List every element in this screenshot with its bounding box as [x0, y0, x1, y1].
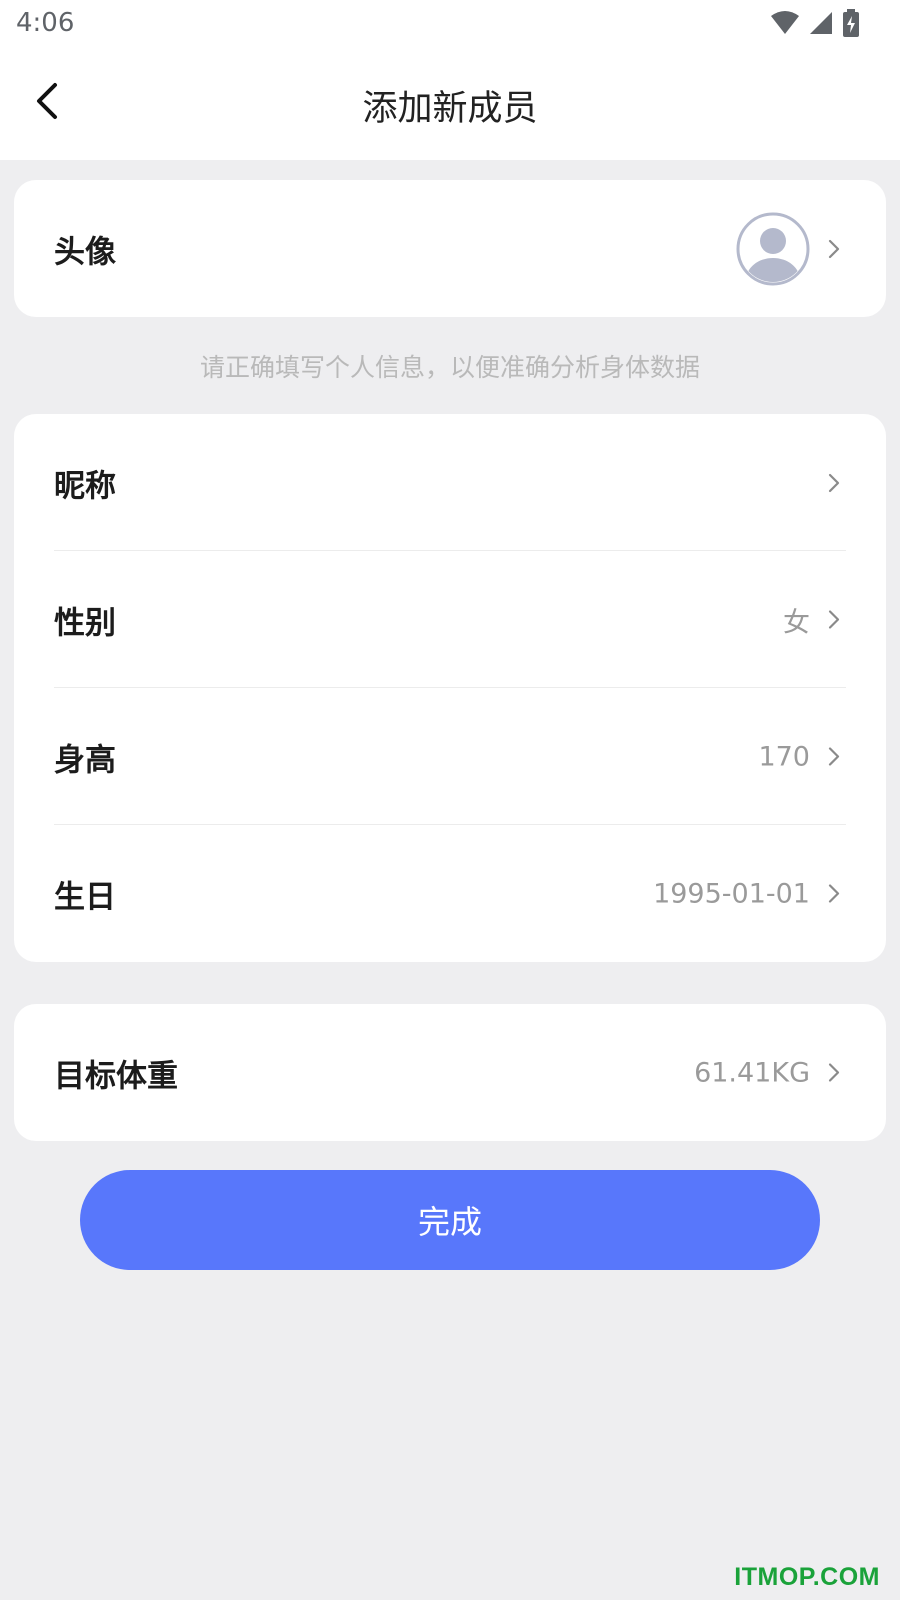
target-weight-card: 目标体重 61.41KG [14, 1004, 886, 1141]
status-time: 4:06 [16, 8, 75, 38]
status-bar: 4:06 [0, 0, 900, 50]
battery-charging-icon [842, 9, 860, 41]
height-value: 170 [758, 741, 810, 772]
nav-bar: 添加新成员 [0, 50, 900, 160]
gender-label: 性别 [54, 605, 116, 641]
height-row-right: 170 [758, 741, 844, 772]
cellular-signal-icon [808, 10, 834, 40]
chevron-right-icon [824, 745, 844, 769]
birthday-label: 生日 [54, 879, 116, 915]
target-weight-value: 61.41KG [694, 1057, 810, 1088]
done-button[interactable]: 完成 [80, 1170, 820, 1270]
birthday-value: 1995-01-01 [653, 878, 810, 909]
default-avatar-icon [736, 212, 810, 286]
gender-value: 女 [783, 607, 810, 638]
avatar-row-right [736, 212, 844, 286]
target-weight-label: 目标体重 [54, 1058, 178, 1094]
height-label: 身高 [54, 742, 116, 778]
birthday-row[interactable]: 生日 1995-01-01 [14, 825, 886, 962]
watermark: ITMOP.COM [734, 1563, 880, 1591]
chevron-right-icon [824, 608, 844, 632]
info-hint: 请正确填写个人信息，以便准确分析身体数据 [199, 353, 700, 382]
chevron-right-icon [824, 471, 844, 495]
wifi-icon [770, 10, 800, 40]
nickname-row-right [810, 471, 844, 495]
nickname-row[interactable]: 昵称 [14, 414, 886, 551]
nickname-label: 昵称 [54, 468, 116, 504]
gender-row[interactable]: 性别 女 [14, 551, 886, 688]
avatar-label: 头像 [54, 234, 116, 270]
gender-row-right: 女 [783, 600, 844, 639]
height-row[interactable]: 身高 170 [14, 688, 886, 825]
avatar-row[interactable]: 头像 [14, 180, 886, 317]
chevron-right-icon [824, 237, 844, 261]
page-title: 添加新成员 [362, 89, 538, 129]
target-weight-row-right: 61.41KG [694, 1057, 844, 1088]
profile-card: 昵称 性别 女 身高 170 生日 1995-01-01 [14, 414, 886, 962]
chevron-right-icon [824, 1061, 844, 1085]
target-weight-row[interactable]: 目标体重 61.41KG [14, 1004, 886, 1141]
chevron-right-icon [824, 882, 844, 906]
avatar-card: 头像 [14, 180, 886, 317]
status-icons [770, 9, 860, 41]
birthday-row-right: 1995-01-01 [653, 878, 844, 909]
